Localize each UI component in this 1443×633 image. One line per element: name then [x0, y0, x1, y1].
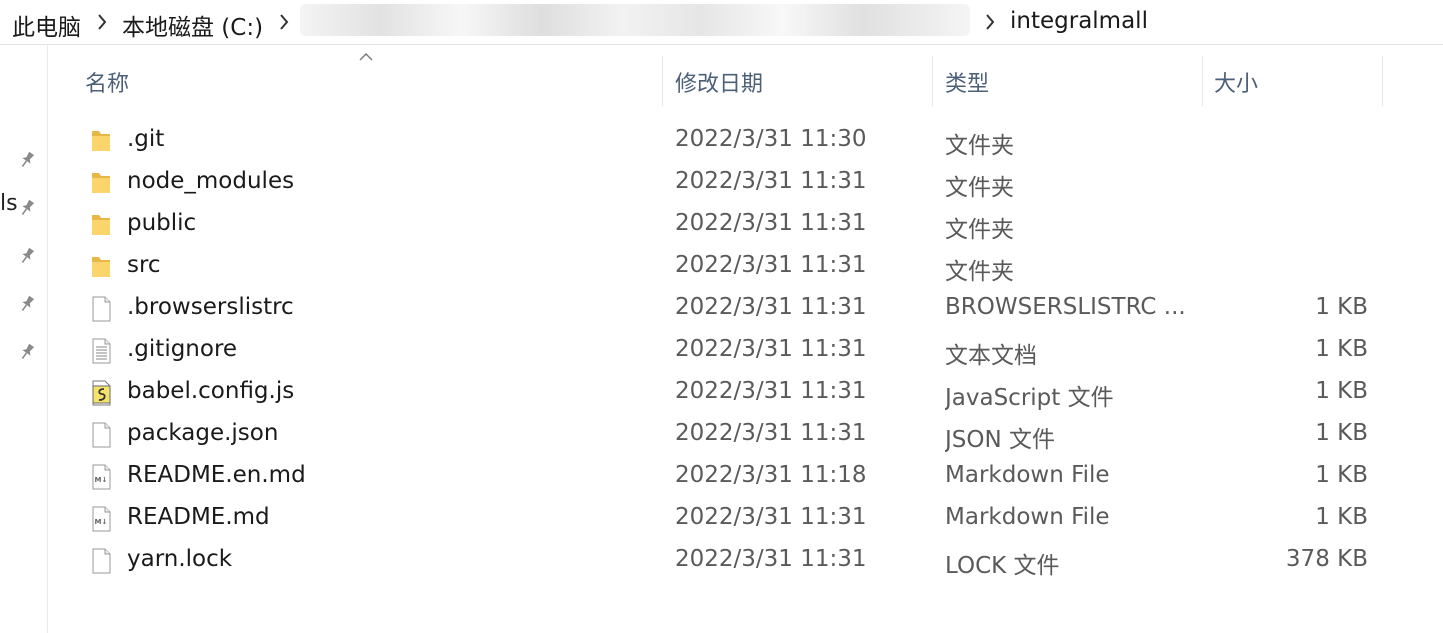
file-name: package.json	[127, 420, 279, 446]
file-name: babel.config.js	[127, 378, 295, 404]
nav-item-partial-label[interactable]: ls	[0, 191, 18, 216]
pin-icon[interactable]	[16, 341, 38, 363]
file-row[interactable]: src 2022/3/31 11:31 文件夹	[48, 246, 1388, 288]
file-row[interactable]: .gitignore 2022/3/31 11:31 文本文档 1 KB	[48, 330, 1388, 372]
text-file-icon	[88, 336, 114, 366]
file-name: src	[127, 252, 161, 278]
file-type: 文本文档	[945, 343, 1037, 369]
file-modified-date: 2022/3/31 11:31	[675, 210, 867, 236]
file-icon	[88, 294, 114, 324]
file-modified-date: 2022/3/31 11:31	[675, 420, 867, 446]
file-modified-date: 2022/3/31 11:31	[675, 252, 867, 278]
file-row[interactable]: public 2022/3/31 11:31 文件夹	[48, 204, 1388, 246]
column-header-size[interactable]: 大小	[1214, 66, 1258, 98]
file-type: BROWSERSLISTRC ...	[945, 294, 1186, 320]
markdown-file-icon: M↓	[88, 462, 114, 492]
markdown-file-icon: M↓	[88, 504, 114, 534]
file-row[interactable]: .browserslistrc 2022/3/31 11:31 BROWSERSLI…	[48, 288, 1388, 330]
file-type: 文件夹	[945, 133, 1014, 159]
file-row[interactable]: babel.config.js 2022/3/31 11:31 JavaScript…	[48, 372, 1388, 414]
pin-icon[interactable]	[16, 149, 38, 171]
column-header-row: 名称 修改日期 类型 大小	[48, 56, 1388, 108]
file-name: README.en.md	[127, 462, 306, 488]
file-type: Markdown File	[945, 462, 1110, 488]
breadcrumb-item-integralmall[interactable]: integralmall	[1010, 8, 1148, 34]
folder-icon	[88, 126, 114, 156]
folder-icon	[88, 168, 114, 198]
svg-text:M↓: M↓	[95, 518, 108, 526]
file-modified-date: 2022/3/31 11:31	[675, 546, 867, 572]
chevron-right-icon[interactable]	[279, 13, 289, 31]
file-modified-date: 2022/3/31 11:31	[675, 294, 867, 320]
file-type: 文件夹	[945, 217, 1014, 243]
file-icon	[88, 420, 114, 450]
file-type: 文件夹	[945, 175, 1014, 201]
file-size: 1 KB	[1315, 294, 1368, 320]
file-size: 378 KB	[1285, 546, 1368, 572]
pin-icon[interactable]	[16, 293, 38, 315]
script-file-icon	[88, 378, 114, 408]
file-type: JSON 文件	[945, 427, 1056, 453]
file-size: 1 KB	[1315, 462, 1368, 488]
file-name: .browserslistrc	[127, 294, 294, 320]
breadcrumb: 此电脑 本地磁盘 (C:) integralmall	[0, 0, 1443, 45]
file-modified-date: 2022/3/31 11:31	[675, 336, 867, 362]
file-size: 1 KB	[1315, 420, 1368, 446]
file-row[interactable]: node_modules 2022/3/31 11:31 文件夹	[48, 162, 1388, 204]
chevron-right-icon[interactable]	[985, 13, 995, 31]
file-name: .gitignore	[127, 336, 238, 362]
file-modified-date: 2022/3/31 11:18	[675, 462, 867, 488]
breadcrumb-item-this-pc[interactable]: 此电脑	[12, 8, 81, 42]
column-divider[interactable]	[1202, 56, 1203, 106]
file-name: yarn.lock	[127, 546, 233, 572]
file-type: Markdown File	[945, 504, 1110, 530]
file-modified-date: 2022/3/31 11:31	[675, 378, 867, 404]
breadcrumb-item-drive-c[interactable]: 本地磁盘 (C:)	[122, 8, 263, 42]
file-row[interactable]: .git 2022/3/31 11:30 文件夹	[48, 120, 1388, 162]
file-modified-date: 2022/3/31 11:30	[675, 126, 867, 152]
file-row[interactable]: package.json 2022/3/31 11:31 JSON 文件 1 KB	[48, 414, 1388, 456]
file-modified-date: 2022/3/31 11:31	[675, 504, 867, 530]
file-type: JavaScript 文件	[945, 385, 1114, 411]
blurred-path-segments	[300, 4, 970, 36]
column-header-name[interactable]: 名称	[85, 66, 129, 98]
column-divider[interactable]	[1382, 56, 1383, 106]
file-row[interactable]: M↓ README.md 2022/3/31 11:31 Markdown File 1…	[48, 498, 1388, 540]
file-name: node_modules	[127, 168, 295, 194]
file-type: 文件夹	[945, 259, 1014, 285]
folder-icon	[88, 210, 114, 240]
file-modified-date: 2022/3/31 11:31	[675, 168, 867, 194]
file-name: .git	[127, 126, 165, 152]
column-header-modified[interactable]: 修改日期	[675, 66, 763, 98]
file-size: 1 KB	[1315, 504, 1368, 530]
folder-icon	[88, 252, 114, 282]
file-row[interactable]: yarn.lock 2022/3/31 11:31 LOCK 文件 378 KB	[48, 540, 1388, 582]
file-icon	[88, 546, 114, 576]
chevron-right-icon[interactable]	[97, 13, 107, 31]
file-size: 1 KB	[1315, 378, 1368, 404]
file-name: README.md	[127, 504, 270, 530]
file-size: 1 KB	[1315, 336, 1368, 362]
pin-icon[interactable]	[16, 197, 38, 219]
file-row[interactable]: M↓ README.en.md 2022/3/31 11:18 Markdown Fi…	[48, 456, 1388, 498]
navigation-pane: ls	[0, 45, 48, 633]
file-type: LOCK 文件	[945, 553, 1060, 579]
file-name: public	[127, 210, 197, 236]
column-header-type[interactable]: 类型	[945, 66, 989, 98]
svg-text:M↓: M↓	[95, 476, 108, 484]
column-divider[interactable]	[932, 56, 933, 106]
pin-icon[interactable]	[16, 245, 38, 267]
column-divider[interactable]	[662, 56, 663, 106]
